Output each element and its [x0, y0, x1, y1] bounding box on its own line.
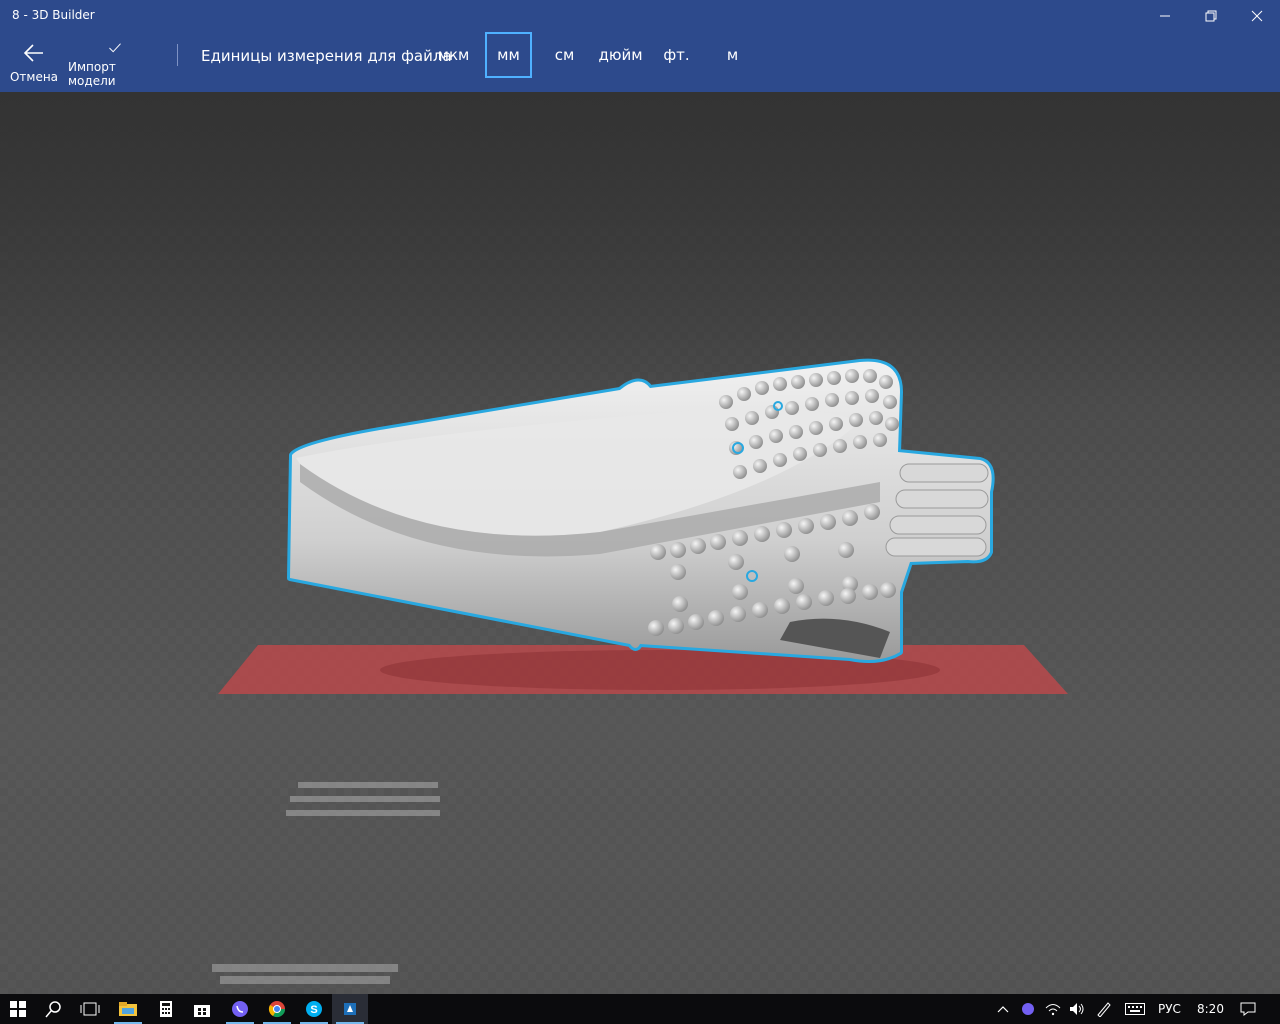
file-explorer-icon: [119, 1002, 137, 1016]
back-arrow-icon: [23, 44, 43, 62]
tray-pen[interactable]: [1090, 994, 1118, 1024]
unit-mm[interactable]: мм: [485, 32, 532, 78]
3d-builder-button[interactable]: [332, 994, 368, 1024]
pen-icon: [1097, 1002, 1111, 1017]
viber-tray-icon: [1022, 1003, 1034, 1015]
cancel-label: Отмена: [9, 70, 59, 84]
taskbar: S РУС 8:20: [0, 994, 1280, 1024]
close-button[interactable]: [1234, 0, 1280, 32]
input-language[interactable]: РУС: [1158, 1002, 1181, 1016]
restore-icon: [1205, 10, 1217, 22]
import-label: Импорт модели: [68, 60, 116, 88]
window-title: 8 - 3D Builder: [12, 8, 95, 22]
wifi-icon: [1045, 1004, 1061, 1016]
start-button[interactable]: [0, 994, 36, 1024]
tray-viber[interactable]: [1016, 994, 1040, 1024]
store-button[interactable]: [184, 994, 220, 1024]
keyboard-icon: [1125, 1003, 1145, 1015]
minimize-button[interactable]: [1142, 0, 1188, 32]
3d-builder-icon: [344, 1003, 356, 1015]
tray-network[interactable]: [1040, 994, 1066, 1024]
import-model-button[interactable]: Импорт модели: [68, 40, 162, 88]
chrome-button[interactable]: [259, 994, 295, 1024]
toolbar: Отмена Импорт модели Единицы измерения д…: [0, 32, 1280, 92]
task-view-icon: [80, 1002, 100, 1016]
unit-ft[interactable]: фт.: [653, 32, 700, 78]
restore-button[interactable]: [1188, 0, 1234, 32]
skype-icon: S: [306, 1001, 322, 1017]
svg-text:S: S: [310, 1004, 317, 1016]
calculator-button[interactable]: [148, 994, 184, 1024]
3d-viewport[interactable]: [0, 92, 1280, 994]
cancel-button[interactable]: Отмена: [8, 40, 60, 88]
windows-logo-icon: [10, 1001, 26, 1017]
file-explorer-button[interactable]: [110, 994, 146, 1024]
action-center-button[interactable]: [1232, 994, 1264, 1024]
calculator-icon: [160, 1001, 172, 1017]
notification-icon: [1240, 1002, 1256, 1016]
unit-um[interactable]: мкм: [430, 32, 477, 78]
speaker-icon: [1070, 1003, 1084, 1015]
viber-icon: [232, 1001, 248, 1017]
unit-inch[interactable]: дюйм: [597, 32, 644, 78]
search-button[interactable]: [36, 994, 72, 1024]
show-hidden-icons[interactable]: [990, 994, 1016, 1024]
minimize-icon: [1160, 15, 1170, 17]
skype-button[interactable]: S: [296, 994, 332, 1024]
tray-volume[interactable]: [1064, 994, 1090, 1024]
search-icon: [45, 1001, 61, 1018]
chevron-up-icon: [997, 1006, 1009, 1013]
unit-m[interactable]: м: [709, 32, 756, 78]
toolbar-separator: [177, 44, 178, 66]
close-icon: [1251, 10, 1263, 22]
tray-keyboard[interactable]: [1120, 994, 1150, 1024]
store-icon: [194, 1005, 210, 1017]
title-bar: 8 - 3D Builder: [0, 0, 1280, 32]
unit-cm[interactable]: см: [541, 32, 588, 78]
units-label: Единицы измерения для файла: [201, 47, 452, 65]
clock[interactable]: 8:20: [1197, 1002, 1224, 1016]
task-view-button[interactable]: [72, 994, 108, 1024]
chrome-icon: [268, 1001, 286, 1018]
checkmark-icon: [109, 43, 121, 53]
scene: [0, 92, 1280, 994]
viber-button[interactable]: [222, 994, 258, 1024]
